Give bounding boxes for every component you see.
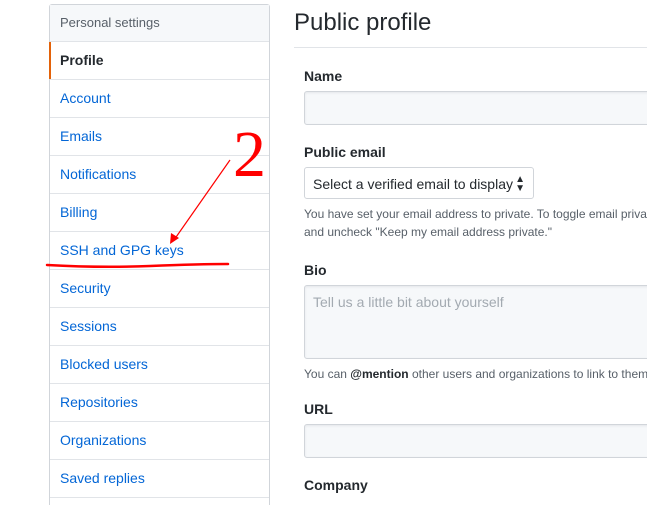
sidebar-item-security[interactable]: Security bbox=[50, 270, 269, 308]
email-privacy-note-line2: and uncheck "Keep my email address priva… bbox=[304, 225, 552, 239]
sidebar-item-blocked-users[interactable]: Blocked users bbox=[50, 346, 269, 384]
sidebar-item-billing[interactable]: Billing bbox=[50, 194, 269, 232]
profile-form: Public profile Name Public email Select … bbox=[294, 0, 647, 493]
sidebar-item-organizations[interactable]: Organizations bbox=[50, 422, 269, 460]
sidebar-item-account[interactable]: Account bbox=[50, 80, 269, 118]
bio-note-prefix: You can bbox=[304, 367, 351, 381]
page-title: Public profile bbox=[294, 0, 647, 48]
bio-mention-note: You can @mention other users and organiz… bbox=[304, 365, 647, 383]
sidebar-item-emails[interactable]: Emails bbox=[50, 118, 269, 156]
sidebar-item-notifications[interactable]: Notifications bbox=[50, 156, 269, 194]
select-arrows-icon: ▲ ▼ bbox=[515, 174, 525, 194]
sidebar-item-sessions[interactable]: Sessions bbox=[50, 308, 269, 346]
public-email-select-value: Select a verified email to display bbox=[313, 176, 513, 192]
url-input[interactable] bbox=[304, 424, 647, 458]
settings-sidebar: Personal settings Profile Account Emails… bbox=[49, 4, 270, 505]
sidebar-item-saved-replies[interactable]: Saved replies bbox=[50, 460, 269, 498]
email-privacy-note-line1: You have set your email address to priva… bbox=[304, 207, 647, 221]
url-label: URL bbox=[304, 401, 333, 417]
sidebar-item-profile[interactable]: Profile bbox=[49, 42, 269, 80]
name-input[interactable] bbox=[304, 91, 647, 125]
sidebar-item-repositories[interactable]: Repositories bbox=[50, 384, 269, 422]
public-email-label: Public email bbox=[304, 144, 386, 160]
bio-textarea[interactable]: Tell us a little bit about yourself bbox=[304, 285, 647, 359]
company-label: Company bbox=[304, 477, 368, 493]
bio-note-suffix: other users and organizations to link to… bbox=[408, 367, 647, 381]
sidebar-header: Personal settings bbox=[50, 5, 269, 42]
name-label: Name bbox=[304, 68, 343, 84]
bio-label: Bio bbox=[304, 262, 327, 278]
public-email-select[interactable]: Select a verified email to display ▲ ▼ bbox=[304, 167, 534, 199]
mention-keyword: @mention bbox=[350, 367, 409, 381]
sidebar-item-ssh-gpg-keys[interactable]: SSH and GPG keys bbox=[50, 232, 269, 270]
bio-placeholder: Tell us a little bit about yourself bbox=[313, 294, 504, 310]
